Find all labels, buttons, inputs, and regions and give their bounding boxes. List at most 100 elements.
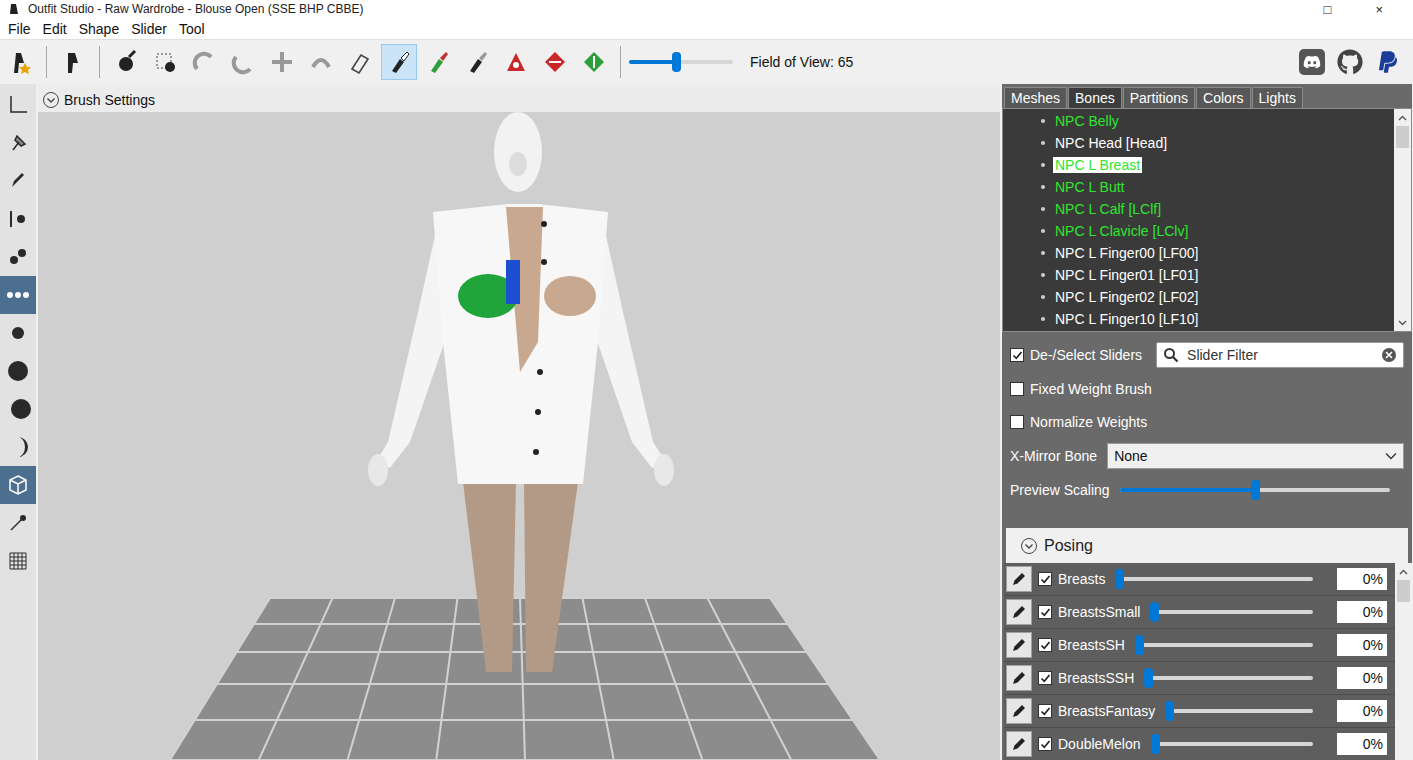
edit-slider-button[interactable] [1006, 566, 1032, 592]
side-tool-button[interactable] [0, 162, 36, 200]
window-control-button[interactable]: × [1375, 2, 1383, 17]
slider-track[interactable] [1169, 709, 1313, 713]
fov-slider[interactable] [629, 60, 733, 64]
slider-track[interactable] [1119, 577, 1313, 581]
bone-item[interactable]: NPC Head [Head] [1003, 132, 1394, 154]
tool-button[interactable] [342, 44, 378, 80]
menu-item[interactable]: Edit [37, 21, 73, 37]
scroll-up-button[interactable] [1395, 563, 1412, 580]
tool-button[interactable] [381, 44, 417, 80]
slider-thumb[interactable] [1144, 668, 1153, 688]
slider-track[interactable] [1139, 643, 1313, 647]
model-preview[interactable] [38, 112, 1000, 760]
discord-icon[interactable] [1299, 49, 1325, 75]
slider-thumb[interactable] [1115, 569, 1124, 589]
deselect-sliders-checkbox[interactable] [1010, 348, 1024, 362]
side-tool-button[interactable] [0, 504, 36, 542]
slider-value[interactable]: 0% [1337, 601, 1387, 623]
slider-filter[interactable] [1156, 342, 1404, 368]
slider-thumb[interactable] [1151, 734, 1160, 754]
clear-icon[interactable] [1381, 347, 1397, 363]
scroll-down-icon[interactable] [1398, 320, 1407, 326]
slider-thumb[interactable] [1165, 701, 1174, 721]
edit-slider-button[interactable] [1006, 731, 1032, 757]
tab[interactable]: Colors [1196, 87, 1250, 108]
side-tool-button[interactable] [0, 276, 36, 314]
tab[interactable]: Bones [1068, 87, 1122, 108]
side-tool-button[interactable] [0, 542, 36, 580]
tool-button[interactable] [420, 44, 456, 80]
scrollbar[interactable] [1395, 563, 1412, 760]
github-icon[interactable] [1337, 49, 1363, 75]
side-tool-button[interactable] [0, 352, 36, 390]
scroll-thumb[interactable] [1396, 126, 1409, 148]
tool-button[interactable] [225, 44, 261, 80]
scroll-down-button[interactable] [1394, 314, 1411, 331]
slider-value[interactable]: 0% [1337, 667, 1387, 689]
expand-icon[interactable] [1020, 537, 1038, 555]
scroll-thumb[interactable] [1397, 580, 1410, 602]
scrollbar[interactable] [1394, 109, 1411, 331]
expand-icon[interactable] [42, 91, 60, 109]
window-control-button[interactable]: □ [1324, 2, 1332, 17]
bone-item[interactable]: NPC L Breast [1003, 154, 1394, 176]
scroll-up-icon[interactable] [1399, 569, 1408, 575]
bone-item[interactable]: NPC L Finger10 [LF10] [1003, 308, 1394, 330]
edit-slider-button[interactable] [1006, 632, 1032, 658]
bone-item[interactable]: NPC L Finger00 [LF00] [1003, 242, 1394, 264]
slider-thumb[interactable] [1150, 602, 1159, 622]
side-tool-button[interactable] [0, 390, 36, 428]
tool-button[interactable] [537, 44, 573, 80]
tool-button[interactable] [147, 44, 183, 80]
side-tool-button[interactable] [0, 314, 36, 352]
posing-header[interactable]: Posing [1006, 528, 1408, 563]
tab[interactable]: Lights [1252, 87, 1303, 108]
brush-settings-header[interactable]: Brush Settings [38, 84, 1000, 112]
preview-scaling-slider[interactable] [1120, 488, 1390, 492]
edit-slider-button[interactable] [1006, 698, 1032, 724]
slider-checkbox[interactable] [1038, 704, 1052, 718]
slider-checkbox[interactable] [1038, 671, 1052, 685]
side-tool-button[interactable] [0, 200, 36, 238]
side-tool-button[interactable] [0, 124, 36, 162]
tool-button[interactable] [55, 44, 91, 80]
menu-item[interactable]: Shape [73, 21, 125, 37]
tool-button[interactable] [264, 44, 300, 80]
tool-button[interactable] [498, 44, 534, 80]
preview-scaling-thumb[interactable] [1251, 480, 1260, 500]
menu-item[interactable]: File [2, 21, 37, 37]
bone-item[interactable]: NPC L Calf [LClf] [1003, 198, 1394, 220]
tool-button[interactable] [576, 44, 612, 80]
bone-item[interactable]: NPC L Finger01 [LF01] [1003, 264, 1394, 286]
slider-checkbox[interactable] [1038, 638, 1052, 652]
x-mirror-select[interactable]: None [1107, 443, 1404, 469]
slider-track[interactable] [1154, 610, 1313, 614]
side-tool-button[interactable] [0, 466, 36, 504]
slider-checkbox[interactable] [1038, 605, 1052, 619]
paypal-icon[interactable] [1375, 49, 1401, 75]
tab[interactable]: Partitions [1123, 87, 1195, 108]
slider-thumb[interactable] [1135, 635, 1144, 655]
side-tool-button[interactable] [0, 428, 36, 466]
bone-item[interactable]: NPC L Finger02 [LF02] [1003, 286, 1394, 308]
bone-item[interactable]: NPC L Clavicle [LClv] [1003, 220, 1394, 242]
tool-button[interactable] [459, 44, 495, 80]
slider-value[interactable]: 0% [1337, 568, 1387, 590]
tool-button[interactable] [108, 44, 144, 80]
scroll-up-button[interactable] [1394, 109, 1411, 126]
3d-canvas[interactable] [38, 112, 1000, 760]
edit-slider-button[interactable] [1006, 665, 1032, 691]
tool-button[interactable] [186, 44, 222, 80]
bone-item[interactable]: NPC L Butt [1003, 176, 1394, 198]
bone-item[interactable]: NPC Belly [1003, 110, 1394, 132]
slider-value[interactable]: 0% [1337, 733, 1387, 755]
normalize-checkbox[interactable] [1010, 415, 1024, 429]
menu-item[interactable]: Slider [125, 21, 173, 37]
slider-filter-input[interactable] [1185, 346, 1375, 364]
scroll-up-icon[interactable] [1398, 115, 1407, 121]
fov-slider-thumb[interactable] [672, 52, 681, 72]
slider-value[interactable]: 0% [1337, 700, 1387, 722]
slider-track[interactable] [1155, 742, 1314, 746]
menu-item[interactable]: Tool [173, 21, 211, 37]
tool-button[interactable] [2, 44, 38, 80]
